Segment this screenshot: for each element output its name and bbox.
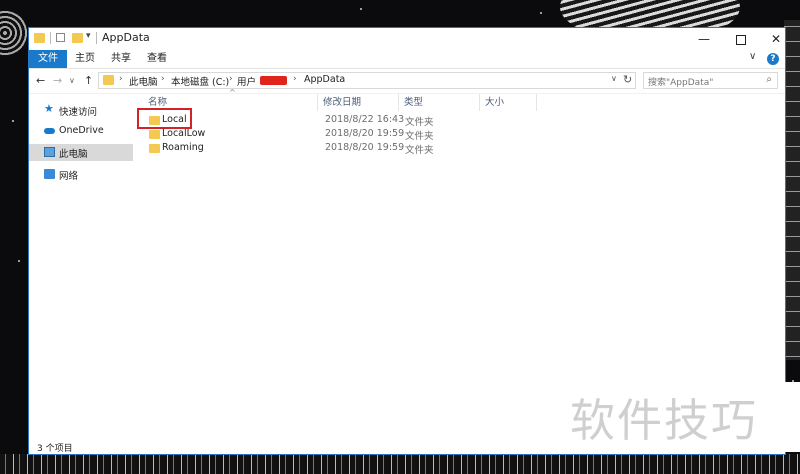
star-icon: ★ <box>44 102 54 115</box>
file-type: 文件夹 <box>405 145 434 156</box>
navigation-pane: ★ 快速访问 OneDrive 此电脑 网络 <box>29 94 133 434</box>
sidebar-item-label: 快速访问 <box>59 107 98 118</box>
divider[interactable] <box>479 94 480 111</box>
table-row[interactable]: Roaming 2018/8/20 19:59 文件夹 <box>139 142 539 156</box>
folder-icon <box>103 75 114 85</box>
maximize-button[interactable] <box>723 28 759 50</box>
divider <box>50 32 51 44</box>
folder-icon <box>149 144 160 153</box>
divider <box>96 32 97 44</box>
breadcrumb-separator[interactable]: › <box>119 74 123 84</box>
file-name[interactable]: LocalLow <box>162 128 205 139</box>
maximize-icon <box>736 34 746 45</box>
sidebar-item-quick-access[interactable]: ★ 快速访问 <box>29 102 133 119</box>
sidebar-item-label: 此电脑 <box>59 149 88 160</box>
breadcrumb-users[interactable]: 用户 <box>237 74 256 88</box>
help-icon[interactable]: ? <box>767 53 779 65</box>
breadcrumb-separator[interactable]: › <box>293 74 297 84</box>
desktop-streaks-right <box>784 20 800 360</box>
status-item-count: 3 个项目 <box>37 444 73 454</box>
tab-file[interactable]: 文件 <box>29 50 67 68</box>
expand-ribbon-icon[interactable]: ∨ <box>749 51 756 62</box>
file-date: 2018/8/20 19:59 <box>325 128 405 139</box>
folder-icon <box>34 33 45 43</box>
address-bar[interactable]: › 此电脑 › 本地磁盘 (C:) › 用户 › AppData ∨ ↻ <box>98 72 636 89</box>
divider[interactable] <box>536 94 537 111</box>
file-name[interactable]: Roaming <box>162 142 204 153</box>
tab-share[interactable]: 共享 <box>103 50 139 68</box>
column-header-type[interactable]: 类型 <box>404 94 423 111</box>
breadcrumb-appdata[interactable]: AppData <box>304 74 345 85</box>
desktop-streaks <box>0 454 800 474</box>
file-date: 2018/8/22 16:43 <box>325 114 405 125</box>
refresh-icon[interactable]: ↻ <box>623 73 632 86</box>
minimize-button[interactable]: — <box>686 28 722 50</box>
new-folder-icon[interactable] <box>72 33 83 43</box>
divider[interactable] <box>398 94 399 111</box>
star-decoration <box>18 260 20 262</box>
folder-icon <box>149 130 160 139</box>
column-header-size[interactable]: 大小 <box>485 94 504 111</box>
up-button[interactable]: ↑ <box>84 74 93 87</box>
redacted-username[interactable] <box>260 76 287 85</box>
file-date: 2018/8/20 19:59 <box>325 142 405 153</box>
breadcrumb-separator[interactable]: › <box>161 74 165 84</box>
file-list: ^ 名称 修改日期 类型 大小 Local 2018/8/22 16:43 文件… <box>139 88 779 424</box>
properties-icon[interactable] <box>56 33 65 42</box>
search-input[interactable]: 搜索"AppData" ⌕ <box>643 72 778 89</box>
watermark: 软件技巧 <box>560 382 800 452</box>
column-header-date[interactable]: 修改日期 <box>323 94 361 111</box>
sidebar-item-network[interactable]: 网络 <box>29 166 133 183</box>
back-button[interactable]: ← <box>36 74 45 87</box>
annotation-highlight-box <box>137 108 192 129</box>
window-title: AppData <box>102 31 150 44</box>
sidebar-item-label: 网络 <box>59 171 79 182</box>
cloud-icon <box>44 128 55 134</box>
watermark-text: 软件技巧 <box>570 394 759 447</box>
search-placeholder: 搜索"AppData" <box>648 78 714 88</box>
star-decoration <box>540 12 542 14</box>
star-decoration <box>360 8 362 10</box>
close-button[interactable]: ✕ <box>758 28 794 50</box>
navigation-row: ← → ∨ ↑ › 此电脑 › 本地磁盘 (C:) › 用户 › AppData… <box>29 69 785 94</box>
title-bar[interactable]: ▾ AppData — ✕ <box>29 28 785 50</box>
file-type: 文件夹 <box>405 131 434 142</box>
divider[interactable] <box>317 94 318 111</box>
recent-locations-button[interactable]: ∨ <box>69 76 75 85</box>
table-row[interactable]: LocalLow 2018/8/20 19:59 文件夹 <box>139 128 539 142</box>
sort-indicator-icon: ^ <box>229 88 236 97</box>
sidebar-item-this-pc[interactable]: 此电脑 <box>29 144 133 161</box>
network-icon <box>44 169 55 179</box>
tab-home[interactable]: 主页 <box>67 50 103 68</box>
tab-view[interactable]: 查看 <box>139 50 175 68</box>
star-decoration <box>12 120 14 122</box>
file-type: 文件夹 <box>405 117 434 128</box>
ribbon-tabs: 文件 主页 共享 查看 ∨ ? <box>29 50 785 69</box>
desktop-planet-decoration-small <box>0 10 28 56</box>
sidebar-item-label: OneDrive <box>59 125 104 136</box>
breadcrumb-local-disk[interactable]: 本地磁盘 (C:) <box>171 74 229 88</box>
table-row[interactable]: Local 2018/8/22 16:43 文件夹 <box>139 114 539 128</box>
breadcrumb-separator[interactable]: › <box>229 74 233 84</box>
computer-icon <box>44 147 55 157</box>
address-history-dropdown[interactable]: ∨ <box>611 74 617 83</box>
customize-toolbar-icon[interactable]: ▾ <box>86 31 91 41</box>
search-icon: ⌕ <box>766 74 772 85</box>
sidebar-item-onedrive[interactable]: OneDrive <box>29 123 133 140</box>
forward-button[interactable]: → <box>53 74 62 87</box>
breadcrumb-this-pc[interactable]: 此电脑 <box>129 74 158 88</box>
